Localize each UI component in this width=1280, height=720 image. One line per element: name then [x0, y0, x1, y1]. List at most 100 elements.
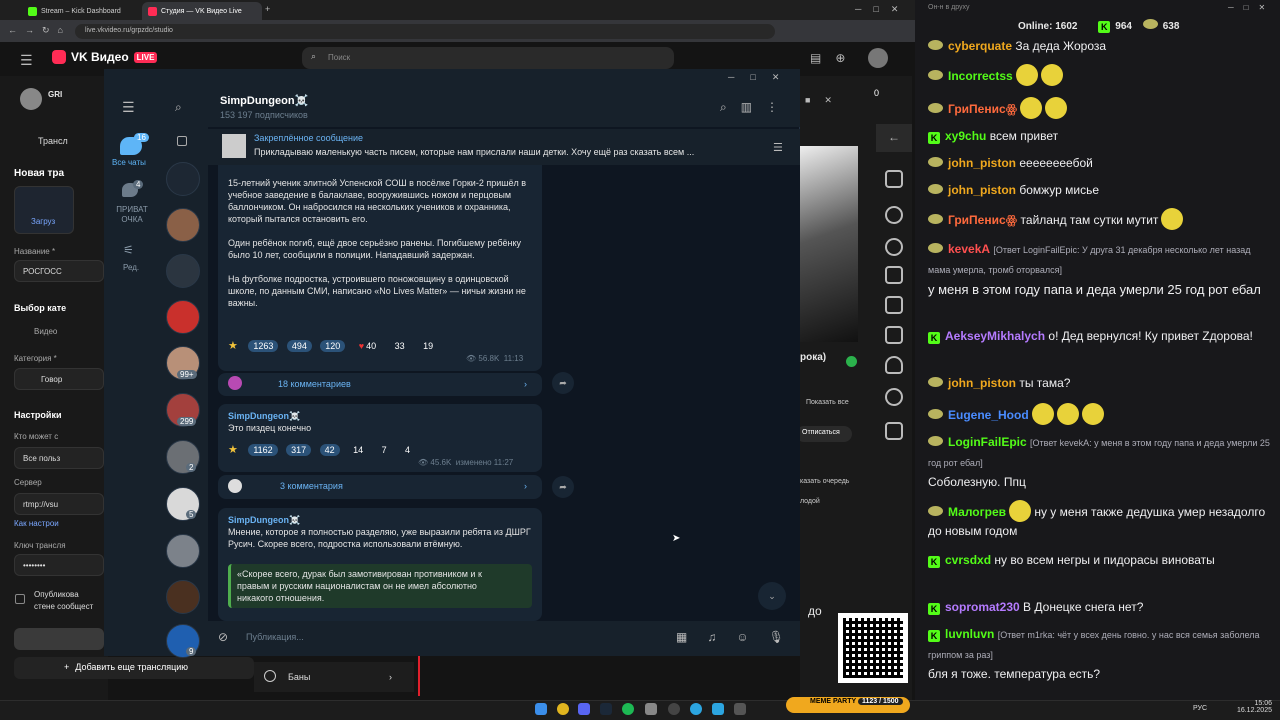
chat-bubble-icon[interactable] — [885, 388, 903, 406]
chat-username[interactable]: cyberquate — [948, 39, 1012, 53]
reaction-button[interactable]: 1162 — [248, 444, 278, 456]
share-button[interactable]: ➦ — [552, 476, 574, 498]
reaction-button[interactable]: ♥ 40 — [354, 340, 381, 352]
spotify-icon[interactable] — [622, 703, 634, 715]
chat-username[interactable]: ГриПенисꙮ — [948, 213, 1017, 227]
tg-window-controls[interactable]: ─□✕ — [728, 72, 795, 83]
chat-avatar[interactable] — [166, 254, 200, 288]
scroll-down-button[interactable]: ⌄ — [758, 582, 786, 610]
chat-username[interactable]: john_piston — [948, 183, 1016, 197]
tg-menu-icon[interactable]: ☰ — [122, 99, 135, 116]
app-icon[interactable] — [734, 703, 746, 715]
chat-username[interactable]: Incorrectss — [948, 69, 1013, 83]
reaction-button[interactable]: 42 — [319, 444, 340, 456]
channel-avatar[interactable] — [20, 88, 42, 110]
collapse-button[interactable]: ← — [876, 124, 912, 152]
url-field[interactable]: live.vkvideo.ru/grpzdc/studio — [75, 24, 775, 39]
chat-username[interactable]: xy9chu — [945, 129, 986, 143]
reaction-button[interactable]: 33 — [390, 340, 410, 352]
start-button[interactable] — [14, 628, 104, 650]
show-all-link[interactable]: Показать все — [806, 399, 849, 406]
chat-username[interactable]: luvnluvn — [945, 627, 994, 641]
pinned-list-icon[interactable]: ☰ — [773, 141, 783, 154]
discord-icon[interactable] — [578, 703, 590, 715]
private-folder-label[interactable]: ПРИВАТ ОЧКА — [112, 205, 152, 225]
telegram-icon[interactable] — [690, 703, 702, 715]
chat-username[interactable]: cvrsdxd — [945, 553, 991, 567]
bans-row[interactable]: Баны › — [254, 662, 414, 692]
telegram-active-icon[interactable] — [712, 703, 724, 715]
app-icon[interactable] — [645, 703, 657, 715]
channel-header-icons[interactable]: ⌕▥⋮ — [720, 100, 792, 115]
steam-icon[interactable] — [600, 703, 612, 715]
diamond-icon[interactable] — [885, 206, 903, 224]
chat-username[interactable]: ГриПенисꙮ — [948, 102, 1017, 116]
tg-search-icon[interactable]: ⌕ — [175, 100, 182, 115]
preview-window-controls[interactable]: ■✕ — [805, 95, 846, 106]
archive-icon[interactable] — [177, 136, 187, 146]
gem-icon[interactable] — [885, 238, 903, 256]
share-button[interactable]: ➦ — [552, 372, 574, 394]
attach-icon[interactable]: ⊘ — [218, 630, 228, 644]
chrome-icon[interactable] — [557, 703, 569, 715]
star-icon[interactable]: ★ — [228, 444, 238, 456]
nav-buttons[interactable]: ←→↻⌂ — [8, 25, 71, 36]
chat-avatar[interactable] — [166, 300, 200, 334]
reaction-button[interactable]: 4 — [400, 444, 415, 456]
chat-username[interactable]: john_piston — [948, 376, 1016, 390]
reaction-button[interactable]: 19 — [418, 340, 438, 352]
unsubscribe-button[interactable]: Отписаться — [796, 426, 852, 442]
new-tab-icon[interactable]: + — [265, 4, 270, 14]
comments-row[interactable]: 18 комментариев › — [218, 372, 542, 396]
language-indicator[interactable]: РУС — [1193, 705, 1207, 712]
reaction-button[interactable]: 1263 — [248, 340, 279, 352]
avatar[interactable] — [868, 48, 888, 68]
obs-icon[interactable] — [668, 703, 680, 715]
input-actions[interactable]: ▦♫☺🎙 — [676, 630, 804, 644]
window-controls[interactable]: ─□✕ — [855, 4, 910, 15]
vk-header-icons[interactable]: ▤⊕ — [810, 51, 859, 65]
category-input[interactable]: Говор — [14, 368, 104, 390]
all-chats-label[interactable]: Все чаты — [112, 158, 146, 167]
chat-username[interactable]: AekseyMikhalych — [945, 329, 1045, 343]
edit-label[interactable]: Ред. — [123, 263, 139, 272]
server-input[interactable]: rtmp://vsu — [14, 493, 104, 515]
menu-icon[interactable]: ☰ — [20, 52, 33, 69]
upload-cover-button[interactable]: Загруз — [14, 186, 74, 234]
clock[interactable]: 15:06 16.12.2025 — [1226, 700, 1272, 714]
video-icon[interactable] — [885, 422, 903, 440]
reaction-button[interactable]: 317 — [286, 444, 312, 456]
edit-icon[interactable]: ⚟ — [123, 243, 134, 257]
stream-key-input[interactable]: •••••••• — [14, 554, 104, 576]
list-icon[interactable] — [885, 296, 903, 314]
chat-username[interactable]: sopromat230 — [945, 600, 1020, 614]
tab-vk-studio[interactable]: Студия — VK Видео Live — [142, 2, 262, 20]
chat-username[interactable]: kevekA — [948, 242, 990, 256]
reaction-button[interactable]: 494 — [286, 340, 312, 352]
chat-avatar[interactable] — [166, 580, 200, 614]
reaction-button[interactable]: 120 — [320, 340, 346, 352]
chat-username[interactable]: Малогрев — [948, 505, 1006, 519]
chat-avatar[interactable] — [166, 534, 200, 568]
add-stream-button[interactable]: + Добавить еще трансляцию — [14, 657, 254, 679]
start-icon[interactable] — [535, 703, 547, 715]
chat-username[interactable]: Eugene_Hood — [948, 408, 1029, 422]
chat-window-controls[interactable]: ─□✕ — [1228, 3, 1275, 12]
star-icon[interactable]: ★ — [228, 340, 238, 352]
reaction-button[interactable]: 7 — [377, 444, 392, 456]
video-option[interactable]: Видео — [34, 327, 57, 336]
chat-username[interactable]: john_piston — [948, 156, 1016, 170]
message-input[interactable]: Публикация... — [246, 632, 304, 642]
tab-kick-dashboard[interactable]: Stream – Kick Dashboard — [22, 2, 142, 20]
settings-icon[interactable] — [885, 170, 903, 188]
channel-name[interactable]: SimpDungeon☠️ — [220, 94, 308, 107]
reaction-button[interactable]: 14 — [348, 444, 368, 456]
how-to-link[interactable]: Как настрои — [14, 519, 59, 528]
comments-row[interactable]: 3 комментария › — [218, 475, 542, 499]
publish-checkbox[interactable] — [15, 594, 25, 604]
show-queue-link[interactable]: казать очередь — [800, 478, 849, 485]
name-input[interactable]: РОСГОСС — [14, 260, 104, 282]
vk-logo[interactable]: VK Видео LIVE — [52, 50, 158, 64]
chat-avatar[interactable] — [166, 162, 200, 196]
who-can-select[interactable]: Все польз — [14, 447, 104, 469]
